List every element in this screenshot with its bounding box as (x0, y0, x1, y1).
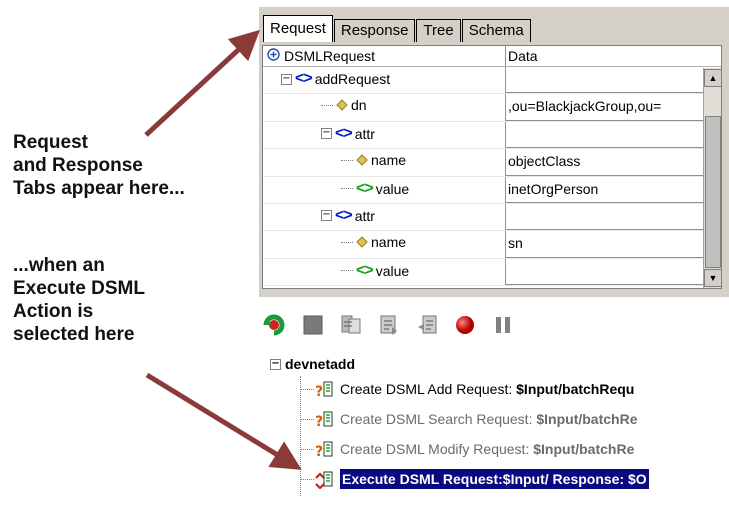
annotation-arrows (144, 29, 302, 470)
arrow-to-tabs (144, 29, 261, 137)
arrow-to-execute-dsml (145, 372, 302, 470)
